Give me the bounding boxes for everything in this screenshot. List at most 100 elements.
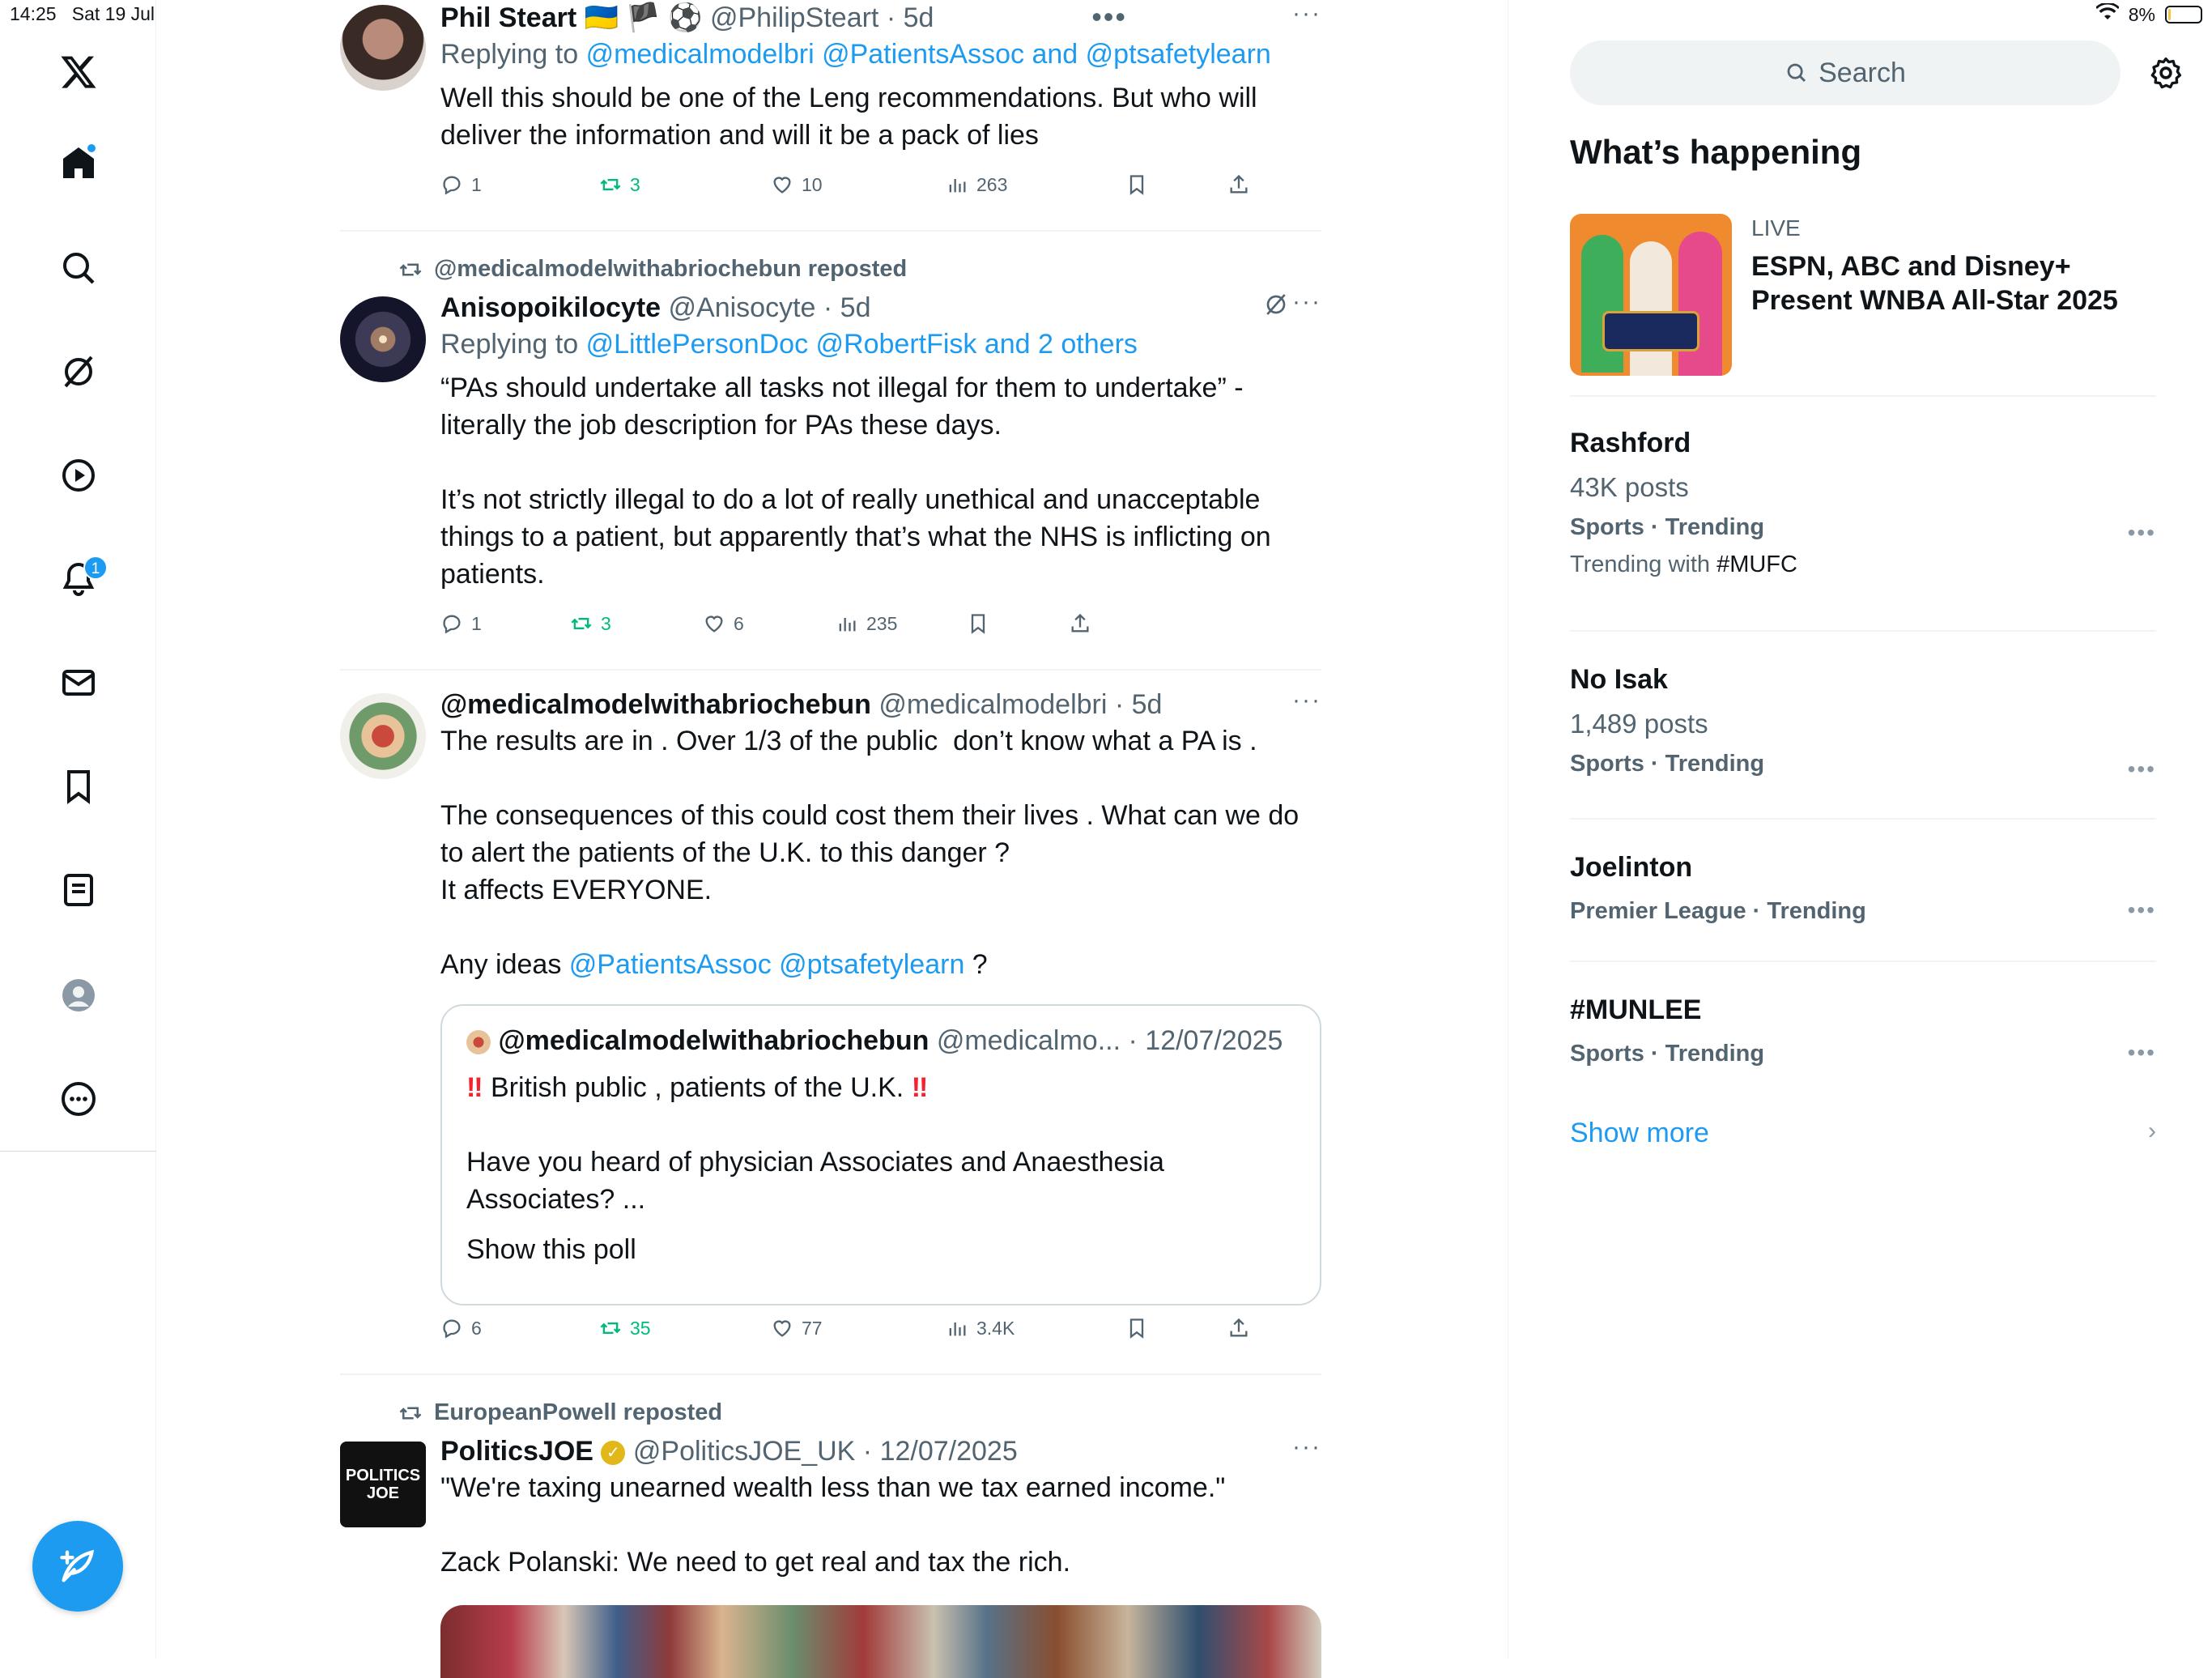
replying-to: Replying to @medicalmodelbri @PatientsAs… [440,36,1321,73]
profile-avatar-icon[interactable] [50,967,107,1024]
messages-envelope-icon[interactable] [50,654,107,711]
trend-with-prefix: Trending with [1570,552,1717,577]
tweet-mentions[interactable]: @PatientsAssoc @ptsafetylearn [569,949,965,980]
search-input[interactable]: Search [1570,40,2121,105]
like-button[interactable]: 6 [703,612,744,635]
repost-button[interactable]: 3 [599,173,640,196]
views-button[interactable]: 3.4K [946,1317,1015,1339]
live-event-card[interactable]: LIVE ESPN, ABC and Disney+ Present WNBA … [1570,214,2156,376]
author-name[interactable]: @medicalmodelwithabriochebun [440,689,871,720]
video-play-icon[interactable] [50,447,107,504]
author-name[interactable]: Anisopoikilocyte [440,292,661,323]
reply-button[interactable]: 1 [440,612,482,635]
quoted-date: 12/07/2025 [1145,1025,1283,1056]
bookmark-button[interactable] [967,612,989,635]
tweet-more-icon[interactable]: ··· [1292,0,1321,28]
live-event-title: ESPN, ABC and Disney+ Present WNBA All-S… [1751,251,2118,316]
trend-item[interactable]: No Isak 1,489 posts Sports · Trending ••… [1570,661,2156,782]
notifications-bell-icon[interactable]: 1 [50,551,108,607]
more-dots-icon[interactable]: ••• [1091,0,1127,34]
reply-count: 1 [471,612,482,634]
author-handle[interactable]: @PhilipSteart [710,2,878,33]
tweet-more-icon[interactable]: ··· [1292,1433,1321,1461]
tweet-more-icon[interactable]: ··· [1292,687,1321,714]
home-timeline: Phil Steart 🇺🇦 🏴 ⚽️ @PhilipSteart · 5d R… [340,0,1321,1678]
tweet-text-end: ? [964,949,988,980]
search-placeholder: Search [1819,57,1906,88]
more-options-icon[interactable] [50,1071,107,1127]
x-logo-icon[interactable] [50,44,107,100]
reply-button[interactable]: 6 [440,1317,482,1339]
show-poll-link[interactable]: Show this poll [466,1231,1295,1268]
settings-gear-icon[interactable] [2148,55,2184,91]
views-button[interactable]: 263 [946,173,1007,196]
trend-with-tag[interactable]: #MUFC [1716,552,1797,577]
repost-by-label[interactable]: @medicalmodelwithabriochebun reposted [434,256,907,283]
quoted-line-2: Have you heard of physician Associates a… [466,1147,1171,1215]
live-tag: LIVE [1751,215,1801,241]
lists-icon[interactable] [50,862,107,918]
author-handle[interactable]: @Anisocyte [669,292,816,323]
bookmarks-icon[interactable] [50,758,107,815]
grok-icon[interactable] [50,343,107,400]
like-button[interactable]: 10 [771,173,823,196]
share-button[interactable] [1227,1317,1250,1339]
quoted-tweet-header: @medicalmodelwithabriochebun @medicalmo.… [466,1022,1295,1059]
views-button[interactable]: 235 [836,612,897,635]
trend-more-icon[interactable]: ••• [2128,520,2156,546]
author-name[interactable]: Phil Steart [440,2,576,33]
repost-by-label[interactable]: EuropeanPowell reposted [434,1399,722,1426]
grok-small-icon[interactable] [1263,292,1289,324]
trend-item[interactable]: Joelinton Premier League · Trending ••• [1570,849,2156,928]
avatar[interactable] [340,693,426,779]
show-more-link[interactable]: Show more › [1570,1118,2156,1149]
trend-more-icon[interactable]: ••• [2128,897,2156,923]
trend-more-icon[interactable]: ••• [2128,756,2156,782]
tweet-text: Well this should be one of the Leng reco… [440,83,1266,151]
explore-search-icon[interactable] [50,240,107,296]
replying-to-links[interactable]: @medicalmodelbri @PatientsAssoc and @pts… [586,39,1271,70]
avatar[interactable] [340,5,426,91]
quoted-avatar [466,1030,491,1055]
repost-icon [600,1322,621,1334]
home-icon[interactable] [50,134,107,191]
trend-item[interactable]: #MUNLEE Sports · Trending ••• [1570,991,2156,1071]
views-chart-icon [949,1322,966,1336]
repost-context: @medicalmodelwithabriochebun reposted [398,256,907,283]
nav-divider [0,1151,156,1152]
repost-small-icon [399,263,422,275]
author-handle[interactable]: @medicalmodelbri [878,689,1107,720]
trend-item[interactable]: Rashford 43K posts Sports · Trending Tre… [1570,424,2156,581]
tweet-video-thumbnail[interactable] [440,1605,1321,1678]
trend-more-icon[interactable]: ••• [2128,1040,2156,1066]
views-chart-icon [949,179,966,193]
verified-badge-icon: ✓ [601,1441,626,1466]
search-icon [1787,63,1806,83]
bookmark-button[interactable] [1125,1317,1148,1339]
heart-icon [773,177,791,194]
repost-button[interactable]: 35 [599,1317,651,1339]
tweet-time: 12/07/2025 [879,1436,1018,1467]
notifications-badge: 1 [83,556,108,580]
avatar[interactable]: POLITICS JOE [340,1442,426,1527]
replying-to-links[interactable]: @LittlePersonDoc @RobertFisk and 2 other… [586,329,1138,360]
bookmark-icon [971,614,985,634]
tweet-text: “PAs should undertake all tasks not ille… [440,373,1271,590]
share-button[interactable] [1069,612,1091,635]
tweet-divider [340,230,1321,232]
share-button[interactable] [1227,173,1250,196]
bookmark-button[interactable] [1125,173,1148,196]
like-button[interactable]: 77 [771,1317,823,1339]
avatar[interactable] [340,296,426,382]
quoted-tweet[interactable]: @medicalmodelwithabriochebun @medicalmo.… [440,1004,1321,1305]
trend-category: Sports · Trending [1570,514,1765,540]
compose-feather-icon [60,1549,95,1582]
author-handle[interactable]: @PoliticsJOE_UK [633,1436,855,1467]
tweet-time: 5d [1131,689,1163,720]
tweet-more-icon[interactable]: ··· [1292,288,1321,316]
author-name[interactable]: PoliticsJOE [440,1436,593,1467]
like-count: 10 [802,173,823,195]
compose-post-button[interactable] [32,1521,123,1612]
reply-button[interactable]: 1 [440,173,482,196]
repost-button[interactable]: 3 [570,612,611,635]
